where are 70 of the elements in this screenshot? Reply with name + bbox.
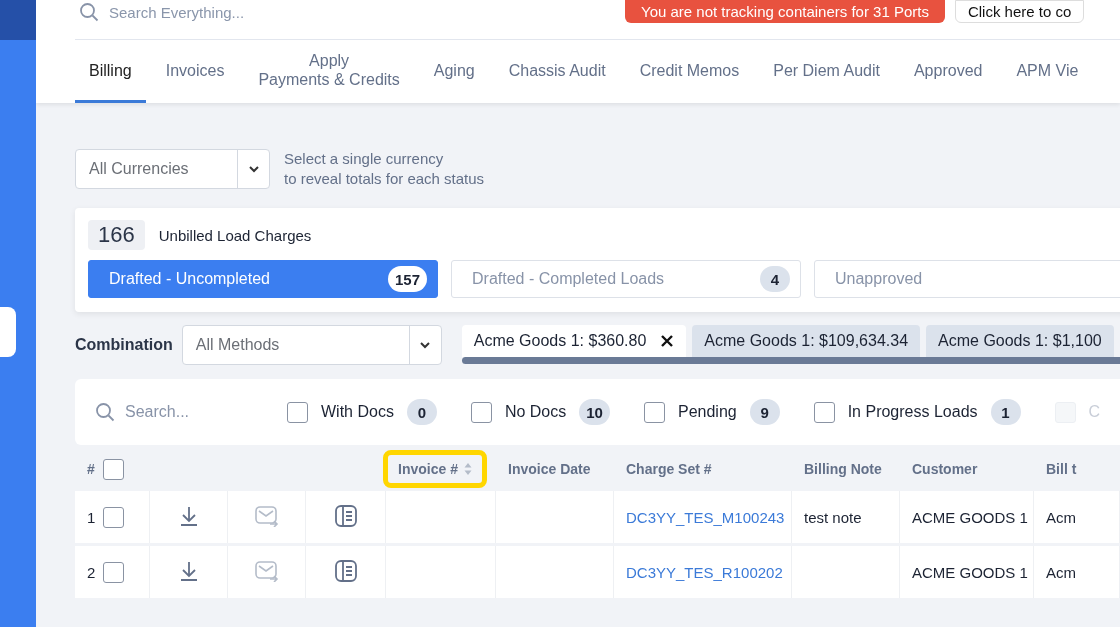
count-badge: 1 (990, 399, 1021, 425)
row-number: 1 (87, 508, 96, 526)
checkbox[interactable] (643, 401, 665, 423)
search-icon (79, 2, 99, 22)
total-count: 166 (88, 220, 145, 250)
customer-name: ACME GOODS 1 (912, 508, 1028, 526)
filter-label: No Docs (504, 403, 567, 421)
filter-label: Pending (677, 403, 737, 421)
count-badge: 9 (749, 399, 780, 425)
count-badge: 4 (760, 266, 790, 292)
summary-title: Unbilled Load Charges (158, 226, 312, 244)
billing-note: test note (804, 508, 862, 526)
tab[interactable]: Billing (75, 40, 146, 103)
document-icon[interactable] (333, 503, 358, 528)
tab[interactable]: APM Vie (1002, 40, 1093, 103)
checkbox[interactable] (103, 561, 125, 583)
customer-chip[interactable]: Acme Goods 1: $1,100 (926, 325, 1114, 357)
download-icon[interactable] (179, 505, 198, 526)
sidebar-header (0, 0, 36, 40)
close-icon[interactable] (660, 334, 675, 348)
checkbox[interactable] (287, 401, 308, 423)
column-header[interactable]: Invoice Date (508, 461, 591, 477)
document-icon[interactable] (333, 558, 358, 583)
bill-to-name: Acm (1046, 508, 1076, 526)
checkbox[interactable] (813, 401, 835, 423)
currency-select[interactable]: All Currencies (75, 149, 270, 189)
tab[interactable]: Credit Memos (625, 40, 754, 103)
bill-to-name: Acm (1046, 563, 1076, 581)
column-header[interactable]: Charge Set # (626, 461, 712, 477)
filter-label: In Progress Loads (847, 403, 978, 421)
checkbox[interactable] (470, 401, 492, 423)
status-filter[interactable]: Drafted - Completed Loads 4 (451, 260, 801, 298)
count-badge: 157 (387, 266, 427, 292)
customer-name: ACME GOODS 1 (912, 563, 1028, 581)
column-header: # (87, 461, 95, 477)
count-badge: 10 (579, 399, 610, 425)
count-badge: 0 (406, 399, 437, 425)
checkbox[interactable] (103, 506, 125, 528)
mail-icon[interactable] (254, 504, 279, 527)
tab[interactable]: Apply Payments & Credits (244, 40, 414, 103)
sort-icon[interactable] (463, 462, 472, 476)
filter-label: With Docs (321, 403, 394, 421)
column-header[interactable]: Customer (912, 461, 978, 477)
status-filter[interactable]: Drafted - Uncompleted 157 (88, 260, 438, 298)
customer-chip[interactable]: Acme Goods 1: $109,634.34 (692, 325, 921, 357)
column-header[interactable]: Billing Note (804, 461, 882, 477)
chevron-down-icon (419, 341, 432, 349)
tab[interactable]: Approved (899, 40, 997, 103)
combination-label: Combination (75, 336, 173, 354)
customer-chip[interactable]: Acme Goods 1: $360.80 (461, 325, 687, 357)
table-search-field[interactable]: Search... (95, 402, 287, 422)
status-filter[interactable]: Unapproved (814, 260, 1120, 298)
alert-action-button[interactable]: Click here to co (954, 0, 1085, 23)
tab[interactable]: Per Diem Audit (759, 40, 894, 103)
download-icon[interactable] (179, 560, 198, 581)
scrollbar[interactable] (461, 357, 1120, 364)
column-header[interactable]: Bill t (1046, 461, 1077, 477)
alert-banner: You are not tracking containers for 31 Ports (625, 0, 945, 23)
method-select[interactable]: All Methods (181, 325, 442, 365)
currency-hint: Select a single currency to reveal totals for each status (284, 149, 485, 189)
nav-item[interactable] (0, 307, 16, 357)
chevron-down-icon (247, 165, 260, 173)
tab[interactable]: Aging (419, 40, 489, 103)
checkbox[interactable] (102, 458, 124, 480)
tab[interactable]: Invoices (151, 40, 239, 103)
search-field[interactable]: Search Everything... (75, 0, 625, 24)
mail-icon[interactable] (254, 559, 279, 582)
search-icon (95, 402, 115, 422)
row-number: 2 (87, 563, 96, 581)
tab[interactable]: Chassis Audit (494, 40, 620, 103)
